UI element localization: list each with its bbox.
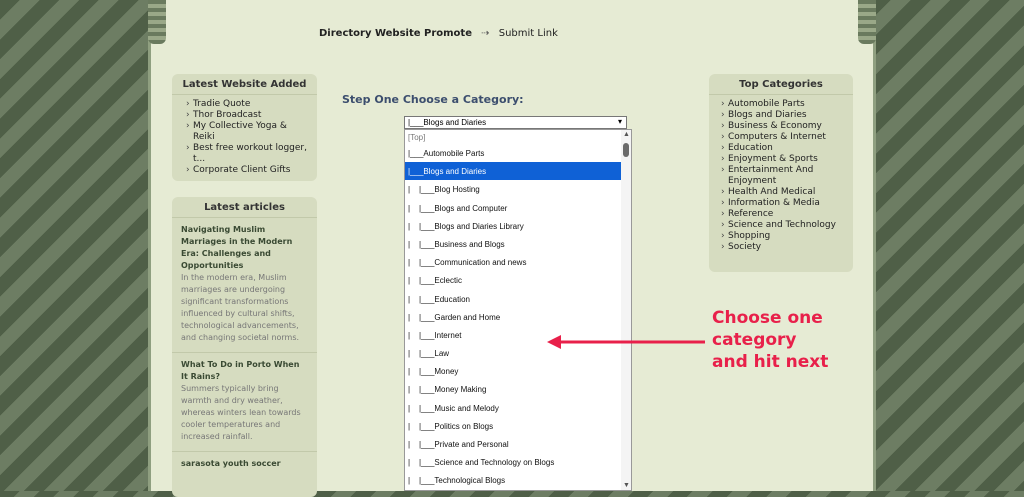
top-category-item[interactable]: Computers & Internet: [721, 132, 845, 143]
category-option[interactable]: | |___Politics on Blogs: [405, 417, 621, 435]
top-category-item[interactable]: Education: [721, 143, 845, 154]
decorative-corner-left: [148, 0, 166, 44]
article-title[interactable]: What To Do in Porto When It Rains?: [181, 359, 308, 383]
category-option[interactable]: | |___Communication and news: [405, 253, 621, 271]
category-option[interactable]: | |___Music and Melody: [405, 399, 621, 417]
article-summary: In the modern era, Muslim marriages are …: [181, 273, 300, 342]
category-option[interactable]: | |___Blog Hosting: [405, 180, 621, 198]
latest-website-title: Latest Website Added: [172, 74, 317, 95]
top-category-item[interactable]: Blogs and Diaries: [721, 110, 845, 121]
article-item: sarasota youth soccer: [172, 452, 317, 478]
category-option[interactable]: | |___Garden and Home: [405, 308, 621, 326]
annotation-text: Choose one category and hit next: [712, 307, 828, 373]
top-category-item[interactable]: Business & Economy: [721, 121, 845, 132]
latest-articles-title: Latest articles: [172, 197, 317, 218]
chevron-down-icon: ▾: [617, 117, 622, 126]
latest-website-item[interactable]: My Collective Yoga & Reiki: [186, 121, 309, 143]
category-option[interactable]: | |___Blogs and Computer: [405, 199, 621, 217]
step-title: Step One Choose a Category:: [342, 93, 524, 106]
category-option[interactable]: |___Automobile Parts: [405, 144, 621, 162]
latest-website-item[interactable]: Best free workout logger, t...: [186, 143, 309, 165]
breadcrumb-current: Directory Website Promote: [319, 28, 472, 39]
latest-website-item[interactable]: Thor Broadcast: [186, 110, 309, 121]
top-categories-title: Top Categories: [709, 74, 853, 95]
annotation-line: and hit next: [712, 352, 829, 372]
top-category-item[interactable]: Automobile Parts: [721, 99, 845, 110]
scroll-down-icon[interactable]: ▼: [623, 482, 630, 489]
article-title[interactable]: sarasota youth soccer: [181, 458, 308, 470]
top-category-item[interactable]: Shopping: [721, 231, 845, 242]
article-item: What To Do in Porto When It Rains? Summe…: [172, 353, 317, 452]
breadcrumb-arrow-icon: ⇢: [481, 28, 490, 39]
top-category-item[interactable]: Science and Technology: [721, 220, 845, 231]
listbox-scrollbar[interactable]: ▲ ▼: [621, 130, 631, 490]
category-select-value: |___Blogs and Diaries: [408, 118, 487, 127]
top-category-item[interactable]: Enjoyment & Sports: [721, 154, 845, 165]
latest-articles-box: Latest articles Navigating Muslim Marria…: [172, 197, 317, 497]
breadcrumb: Directory Website Promote ⇢ Submit Link: [319, 28, 558, 39]
category-option[interactable]: |___Blogs and Diaries: [405, 162, 621, 181]
decorative-corner-right: [858, 0, 876, 44]
category-option[interactable]: | |___Money: [405, 362, 621, 380]
category-option[interactable]: | |___Eclectic: [405, 271, 621, 289]
top-category-item[interactable]: Reference: [721, 209, 845, 220]
annotation-arrow-icon: [547, 335, 705, 349]
category-option[interactable]: | |___Business and Blogs: [405, 235, 621, 253]
category-option[interactable]: [Top]: [405, 130, 621, 144]
category-option[interactable]: | |___Money Making: [405, 380, 621, 398]
annotation-line: category: [712, 330, 797, 350]
category-option[interactable]: | |___Science and Technology on Blogs: [405, 453, 621, 471]
category-option[interactable]: | |___Blogs and Diaries Library: [405, 217, 621, 235]
category-option[interactable]: | |___Education: [405, 290, 621, 308]
top-category-item[interactable]: Entertainment And Enjoyment: [721, 165, 845, 187]
scroll-thumb[interactable]: [623, 143, 629, 157]
latest-website-item[interactable]: Tradie Quote: [186, 99, 309, 110]
top-categories-box: Top Categories Automobile PartsBlogs and…: [709, 74, 853, 272]
top-category-item[interactable]: Information & Media: [721, 198, 845, 209]
category-option[interactable]: | |___Technological Blogs: [405, 471, 621, 489]
annotation-line: Choose one: [712, 308, 823, 328]
latest-website-box: Latest Website Added Tradie Quote Thor B…: [172, 74, 317, 181]
category-option[interactable]: | |___Private and Personal: [405, 435, 621, 453]
top-category-item[interactable]: Health And Medical: [721, 187, 845, 198]
article-item: Navigating Muslim Marriages in the Moder…: [172, 218, 317, 353]
scroll-up-icon[interactable]: ▲: [623, 131, 630, 138]
article-title[interactable]: Navigating Muslim Marriages in the Moder…: [181, 224, 308, 272]
category-select[interactable]: |___Blogs and Diaries ▾: [404, 116, 627, 129]
category-listbox[interactable]: [Top] |___Automobile Parts |___Blogs and D…: [404, 129, 632, 491]
article-summary: Summers typically bring warmth and dry w…: [181, 384, 301, 441]
top-category-item[interactable]: Society: [721, 242, 845, 253]
breadcrumb-submit-link[interactable]: Submit Link: [499, 28, 558, 39]
latest-website-item[interactable]: Corporate Client Gifts: [186, 165, 309, 176]
